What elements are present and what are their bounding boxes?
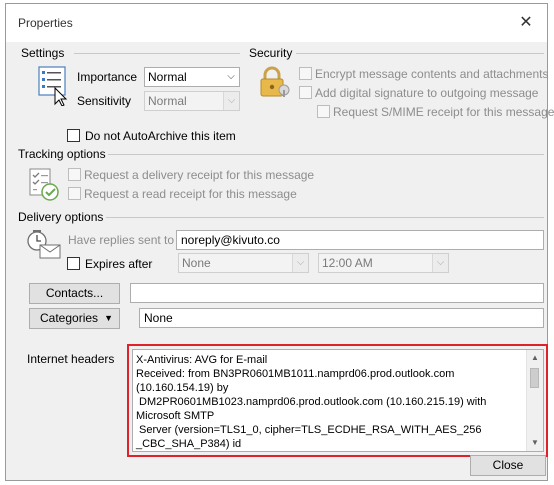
autoarchive-checkbox[interactable] xyxy=(67,129,80,142)
checklist-icon xyxy=(28,168,62,202)
settings-group-label: Settings xyxy=(21,46,65,60)
categories-input[interactable]: None xyxy=(139,308,544,328)
header-line: X-Antivirus: AVG for E-mail xyxy=(136,354,268,366)
delivery-divider xyxy=(106,217,544,218)
importance-value: Normal xyxy=(148,70,187,84)
title-bar: Properties ✕ xyxy=(6,4,547,42)
header-line: Server (version=TLS1_0, cipher=TLS_ECDHE… xyxy=(136,424,482,436)
scroll-down-icon[interactable]: ▼ xyxy=(527,435,543,451)
scroll-up-icon[interactable]: ▲ xyxy=(527,350,543,366)
delivery-receipt-label: Request a delivery receipt for this mess… xyxy=(84,168,315,182)
header-line: Microsoft SMTP xyxy=(136,410,215,422)
replies-label: Have replies sent to xyxy=(68,233,175,247)
close-button[interactable]: Close xyxy=(470,455,546,476)
encrypt-checkbox[interactable] xyxy=(299,67,312,80)
tracking-group-label: Tracking options xyxy=(18,147,106,161)
chevron-down-icon: ⌵ xyxy=(292,254,308,272)
settings-divider xyxy=(74,53,240,54)
internet-headers-label: Internet headers xyxy=(27,352,115,366)
properties-list-icon xyxy=(38,66,68,106)
header-line: _CBC_SHA_P384) id xyxy=(136,438,242,450)
chevron-down-icon: ⌵ xyxy=(227,71,235,82)
header-line: DM2PR0601MB1023.namprd06.prod.outlook.co… xyxy=(136,396,487,408)
chevron-down-icon: ⌵ xyxy=(223,92,239,110)
sensitivity-select[interactable]: Normal ⌵ xyxy=(144,91,240,111)
tracking-divider xyxy=(108,154,544,155)
scroll-thumb[interactable] xyxy=(530,368,539,388)
security-divider xyxy=(296,53,544,54)
autoarchive-label: Do not AutoArchive this item xyxy=(85,129,236,143)
sensitivity-label: Sensitivity xyxy=(77,94,132,108)
categories-button-label: Categories xyxy=(40,311,99,325)
window-title: Properties xyxy=(18,16,73,30)
dropdown-arrow-icon: ▼ xyxy=(104,313,113,323)
expires-checkbox[interactable] xyxy=(67,257,80,270)
expires-time-value: 12:00 AM xyxy=(322,256,373,270)
clock-envelope-icon xyxy=(26,229,62,259)
internet-headers-textarea[interactable]: X-Antivirus: AVG for E-mail Received: fro… xyxy=(132,349,544,452)
header-line: Received: from BN3PR0601MB1011.namprd06.… xyxy=(136,368,455,380)
padlock-icon xyxy=(258,66,292,98)
signature-label: Add digital signature to outgoing messag… xyxy=(315,86,539,100)
smime-checkbox[interactable] xyxy=(317,105,330,118)
read-receipt-checkbox[interactable] xyxy=(68,187,81,200)
expires-date-select[interactable]: None ⌵ xyxy=(178,253,309,273)
importance-label: Importance xyxy=(77,70,138,84)
security-group-label: Security xyxy=(249,46,293,60)
importance-select[interactable]: Normal ⌵ xyxy=(144,67,240,87)
contacts-input[interactable] xyxy=(130,283,544,303)
close-icon[interactable]: ✕ xyxy=(513,10,539,36)
read-receipt-label: Request a read receipt for this message xyxy=(84,187,297,201)
vertical-scrollbar[interactable]: ▲ ▼ xyxy=(526,350,543,451)
expires-label: Expires after xyxy=(85,257,153,271)
categories-button[interactable]: Categories ▼ xyxy=(29,308,120,329)
replies-input[interactable]: noreply@kivuto.co xyxy=(176,230,544,250)
expires-date-value: None xyxy=(182,256,211,270)
delivery-receipt-checkbox[interactable] xyxy=(68,168,81,181)
signature-checkbox[interactable] xyxy=(299,86,312,99)
delivery-group-label: Delivery options xyxy=(18,210,104,224)
chevron-down-icon: ⌵ xyxy=(432,254,448,272)
header-line: (10.160.154.19) by xyxy=(136,382,229,394)
expires-time-select[interactable]: 12:00 AM ⌵ xyxy=(318,253,449,273)
encrypt-label: Encrypt message contents and attachments xyxy=(315,67,549,81)
contacts-button[interactable]: Contacts... xyxy=(29,283,120,304)
sensitivity-value: Normal xyxy=(148,94,187,108)
internet-headers-text: X-Antivirus: AVG for E-mail Received: fro… xyxy=(136,353,526,451)
smime-label: Request S/MIME receipt for this message xyxy=(333,105,554,119)
